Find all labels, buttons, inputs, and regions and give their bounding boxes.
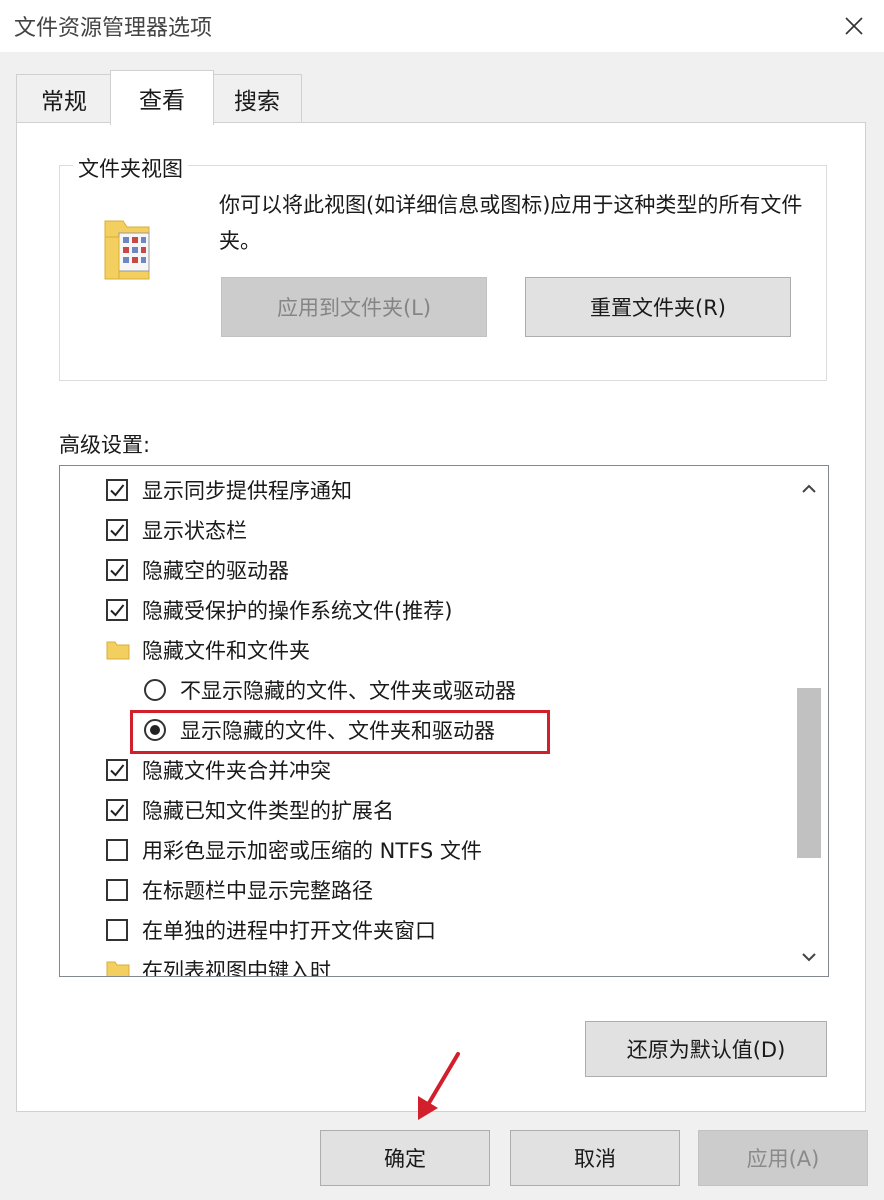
apply-to-folders-button[interactable]: 应用到文件夹(L) bbox=[221, 277, 487, 337]
tab-search[interactable]: 搜索 bbox=[212, 74, 302, 123]
radio-button[interactable] bbox=[144, 679, 166, 701]
check-icon bbox=[110, 484, 125, 497]
check-icon bbox=[110, 564, 125, 577]
folder-views-description: 你可以将此视图(如详细信息或图标)应用于这种类型的所有文件夹。 bbox=[219, 193, 803, 253]
list-item[interactable]: 隐藏文件夹合并冲突 bbox=[60, 751, 790, 789]
title-bar: 文件资源管理器选项 bbox=[0, 0, 884, 52]
setting-label: 隐藏空的驱动器 bbox=[142, 559, 289, 583]
annotation-arrow-icon bbox=[418, 1052, 460, 1120]
list-item[interactable]: 隐藏受保护的操作系统文件(推荐) bbox=[60, 591, 790, 629]
list-item: 在列表视图中键入时 bbox=[60, 951, 790, 977]
list-item[interactable]: 在单独的进程中打开文件夹窗口 bbox=[60, 911, 790, 949]
cancel-button[interactable]: 取消 bbox=[510, 1130, 680, 1186]
setting-group-label: 在列表视图中键入时 bbox=[142, 959, 331, 977]
radio-dot bbox=[150, 725, 160, 735]
checkbox[interactable] bbox=[106, 519, 128, 541]
checkbox[interactable] bbox=[106, 919, 128, 941]
advanced-settings-label: 高级设置: bbox=[59, 433, 151, 457]
radio-button-selected[interactable] bbox=[144, 719, 166, 741]
advanced-settings-list[interactable]: 显示同步提供程序通知 显示状态栏 隐藏空的驱动器 隐藏受保护的操作系统文件(推荐… bbox=[59, 465, 829, 977]
checkbox[interactable] bbox=[106, 879, 128, 901]
setting-group-label: 隐藏文件和文件夹 bbox=[142, 639, 310, 663]
chevron-down-icon bbox=[802, 953, 816, 962]
list-item[interactable]: 用彩色显示加密或压缩的 NTFS 文件 bbox=[60, 831, 790, 869]
chevron-up-icon bbox=[802, 484, 816, 493]
checkbox[interactable] bbox=[106, 559, 128, 581]
apply-button[interactable]: 应用(A) bbox=[698, 1130, 868, 1186]
folder-icon bbox=[106, 961, 130, 976]
folder-icon bbox=[106, 641, 130, 660]
reset-folders-button[interactable]: 重置文件夹(R) bbox=[525, 277, 791, 337]
restore-defaults-button[interactable]: 还原为默认值(D) bbox=[585, 1021, 827, 1077]
tab-view[interactable]: 查看 bbox=[110, 70, 214, 125]
check-icon bbox=[110, 804, 125, 817]
vertical-scrollbar[interactable] bbox=[792, 466, 826, 976]
setting-label: 在单独的进程中打开文件夹窗口 bbox=[142, 919, 436, 943]
view-tab-panel: 文件夹视图 你可以将此视图(如详细信息或图标)应用于这种类型的所有文件夹。 应用… bbox=[16, 122, 866, 1112]
ok-button[interactable]: 确定 bbox=[320, 1130, 490, 1186]
checkbox[interactable] bbox=[106, 839, 128, 861]
setting-label: 隐藏受保护的操作系统文件(推荐) bbox=[142, 599, 453, 623]
list-item[interactable]: 隐藏已知文件类型的扩展名 bbox=[60, 791, 790, 829]
check-icon bbox=[110, 604, 125, 617]
check-icon bbox=[110, 524, 125, 537]
checkbox[interactable] bbox=[106, 759, 128, 781]
tab-general[interactable]: 常规 bbox=[16, 74, 112, 123]
setting-label: 用彩色显示加密或压缩的 NTFS 文件 bbox=[142, 839, 482, 863]
check-icon bbox=[110, 764, 125, 777]
scroll-up-button[interactable] bbox=[792, 472, 826, 506]
folder-views-title: 文件夹视图 bbox=[73, 153, 188, 183]
checkbox[interactable] bbox=[106, 479, 128, 501]
list-item[interactable]: 显示状态栏 bbox=[60, 511, 790, 549]
setting-label: 隐藏已知文件类型的扩展名 bbox=[142, 799, 394, 823]
scrollbar-thumb[interactable] bbox=[797, 688, 821, 858]
setting-label: 隐藏文件夹合并冲突 bbox=[142, 759, 331, 783]
list-item[interactable]: 不显示隐藏的文件、文件夹或驱动器 bbox=[60, 671, 790, 709]
checkbox[interactable] bbox=[106, 799, 128, 821]
setting-label: 显示同步提供程序通知 bbox=[142, 479, 352, 503]
list-item[interactable]: 在标题栏中显示完整路径 bbox=[60, 871, 790, 909]
list-item: 隐藏文件和文件夹 bbox=[60, 631, 790, 669]
checkbox[interactable] bbox=[106, 599, 128, 621]
close-button[interactable] bbox=[824, 0, 884, 52]
list-item[interactable]: 显示隐藏的文件、文件夹和驱动器 bbox=[60, 711, 790, 749]
setting-label: 不显示隐藏的文件、文件夹或驱动器 bbox=[180, 679, 516, 703]
list-item[interactable]: 隐藏空的驱动器 bbox=[60, 551, 790, 589]
folder-view-icon bbox=[104, 220, 150, 280]
close-icon bbox=[845, 17, 863, 35]
window-title: 文件资源管理器选项 bbox=[14, 16, 213, 41]
scroll-down-button[interactable] bbox=[792, 940, 826, 974]
setting-label: 显示隐藏的文件、文件夹和驱动器 bbox=[180, 719, 495, 743]
setting-label: 在标题栏中显示完整路径 bbox=[142, 879, 373, 903]
setting-label: 显示状态栏 bbox=[142, 519, 247, 543]
list-item[interactable]: 显示同步提供程序通知 bbox=[60, 471, 790, 509]
